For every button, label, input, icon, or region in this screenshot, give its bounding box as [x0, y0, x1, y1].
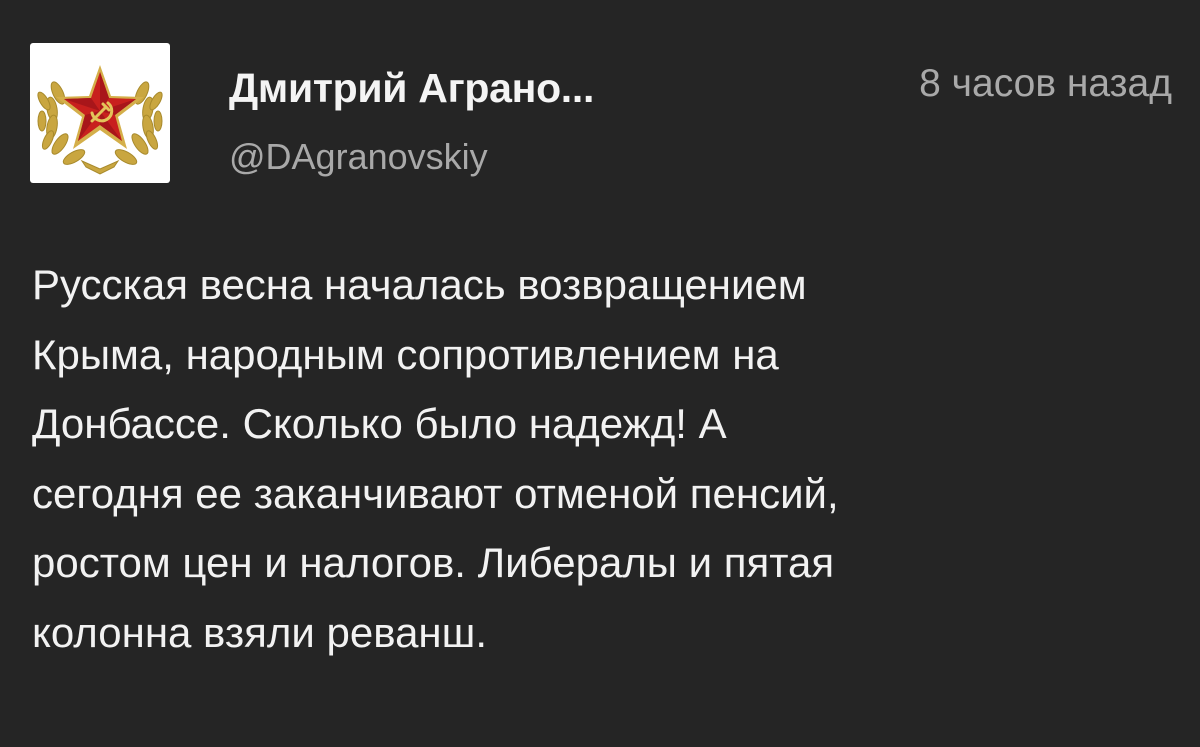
- tweet-text-line: Русская весна началась возвращением: [32, 261, 807, 308]
- author-display-name[interactable]: Дмитрий Аграно...: [229, 65, 594, 112]
- tweet-text: Русская весна началась возвращением Крым…: [32, 250, 1172, 667]
- author-handle[interactable]: @DAgranovskiy: [229, 136, 488, 178]
- tweet-text-line: сегодня ее заканчивают отменой пенсий,: [32, 469, 839, 517]
- soviet-star-emblem-icon: [37, 65, 163, 175]
- tweet-text-line: ростом цен и налогов. Либералы и пятая: [32, 539, 835, 586]
- tweet-card[interactable]: Дмитрий Аграно... @DAgranovskiy 8 часов …: [0, 0, 1200, 747]
- tweet-text-line: колонна взяли реванш.: [32, 608, 487, 656]
- tweet-text-line: Крыма, народным сопротивлением на: [32, 330, 779, 378]
- tweet-timestamp: 8 часов назад: [919, 62, 1172, 105]
- avatar[interactable]: [30, 43, 170, 183]
- tweet-text-line: Донбассе. Сколько было надежд! А: [32, 400, 727, 447]
